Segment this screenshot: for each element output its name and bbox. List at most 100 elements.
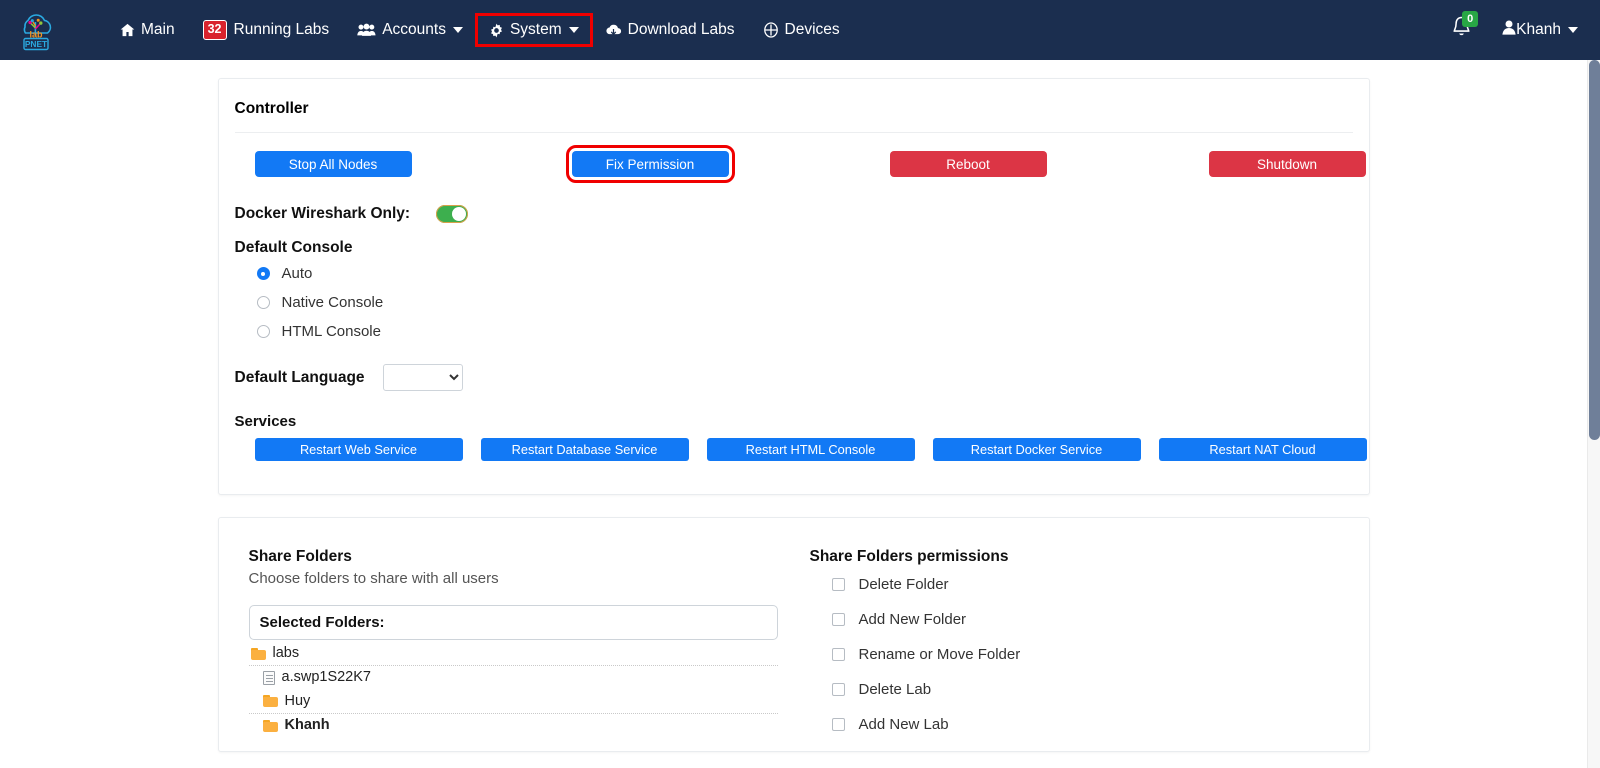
toggle-knob — [452, 207, 467, 221]
folder-tree: labs a.swp1S22K7 Huy Khanh — [248, 642, 778, 738]
chevron-down-icon — [568, 27, 579, 33]
restart-database-service-button[interactable]: Restart Database Service — [480, 438, 689, 461]
radio-option-auto[interactable]: Auto — [256, 265, 1353, 282]
tree-item[interactable]: Huy — [248, 690, 778, 715]
tree-item[interactable]: a.swp1S22K7 — [249, 666, 778, 689]
restart-nat-cloud-button[interactable]: Restart NAT Cloud — [1158, 438, 1367, 461]
permission-delete-lab[interactable]: Delete Lab — [831, 681, 1339, 698]
user-icon — [1502, 20, 1516, 40]
svg-text:PNET: PNET — [25, 39, 48, 49]
permission-rename-or-move-folder[interactable]: Rename or Move Folder — [831, 646, 1339, 663]
tree-item[interactable]: labs — [248, 642, 778, 667]
share-folders-permissions-title: Share Folders permissions — [809, 548, 1009, 565]
nav-item-label: Devices — [784, 21, 840, 38]
page-content: Controller Stop All Nodes Fix Permission… — [0, 60, 1587, 768]
services-label: Services — [234, 413, 297, 430]
permission-add-new-lab[interactable]: Add New Lab — [831, 716, 1339, 733]
nav-items: Main 32 Running Labs Accounts System Dow… — [106, 12, 854, 48]
tree-item-label: Huy — [284, 692, 311, 709]
default-language-row: Default Language — [235, 364, 1353, 391]
docker-wireshark-row: Docker Wireshark Only: — [235, 205, 1353, 223]
checkbox-delete-lab[interactable] — [831, 683, 845, 696]
share-folders-left: Share Folders Choose folders to share wi… — [248, 548, 778, 751]
share-folders-grid: Share Folders Choose folders to share wi… — [248, 548, 1339, 751]
checkbox-add-new-folder[interactable] — [831, 613, 845, 626]
stop-all-nodes-button[interactable]: Stop All Nodes — [254, 151, 412, 177]
permission-label: Add New Folder — [858, 611, 967, 628]
checkbox-add-new-lab[interactable] — [831, 718, 845, 731]
reboot-button[interactable]: Reboot — [889, 151, 1047, 177]
tree-item[interactable]: Khanh — [249, 714, 778, 737]
default-language-select[interactable] — [382, 364, 463, 391]
controller-card: Controller Stop All Nodes Fix Permission… — [217, 78, 1370, 495]
restart-html-console-button[interactable]: Restart HTML Console — [706, 438, 915, 461]
restart-docker-service-button[interactable]: Restart Docker Service — [932, 438, 1141, 461]
controller-actions: Stop All Nodes Fix Permission Reboot Shu… — [235, 145, 1366, 183]
user-menu[interactable]: Khanh — [1502, 20, 1578, 40]
permission-delete-folder[interactable]: Delete Folder — [831, 576, 1339, 593]
default-language-label: Default Language — [234, 368, 365, 386]
radio-label: HTML Console — [281, 323, 381, 340]
folder-icon — [262, 719, 278, 732]
content-container: Controller Stop All Nodes Fix Permission… — [217, 60, 1370, 752]
chevron-down-icon — [1568, 27, 1578, 33]
gear-icon — [489, 23, 504, 38]
radio-option-native-console[interactable]: Native Console — [256, 294, 1353, 311]
restart-web-service-button[interactable]: Restart Web Service — [254, 438, 463, 461]
pnet-cloud-tree-logo: lab PNET — [23, 14, 52, 51]
docker-wireshark-toggle[interactable] — [436, 205, 469, 223]
cloud-download-icon — [605, 23, 622, 37]
share-folders-right: Share Folders permissions Delete Folder … — [810, 548, 1339, 751]
radio-native-console[interactable] — [256, 296, 270, 309]
services-buttons: Restart Web Service Restart Database Ser… — [235, 438, 1367, 468]
controller-title: Controller — [234, 100, 309, 117]
permission-label: Delete Folder — [858, 576, 949, 593]
permission-label: Delete Lab — [858, 681, 932, 698]
share-folders-card: Share Folders Choose folders to share wi… — [217, 517, 1370, 752]
nav-item-label: Accounts — [382, 21, 446, 38]
page-scrollbar[interactable] — [1587, 60, 1600, 768]
navbar-right: 0 Khanh — [1450, 11, 1578, 45]
users-icon — [357, 23, 376, 37]
chevron-down-icon — [452, 27, 463, 33]
nav-item-download-labs[interactable]: Download Labs — [591, 13, 749, 47]
radio-label: Native Console — [281, 294, 384, 311]
nav-item-main[interactable]: Main — [106, 13, 189, 47]
tree-item-label: a.swp1S22K7 — [281, 669, 371, 686]
tree-item-label: labs — [272, 645, 300, 661]
radio-label: Auto — [281, 265, 313, 282]
running-labs-badge: 32 — [202, 20, 227, 40]
share-folders-subtitle: Choose folders to share with all users — [248, 570, 499, 587]
user-name: Khanh — [1516, 21, 1561, 38]
permission-add-new-folder[interactable]: Add New Folder — [831, 611, 1339, 628]
shutdown-button[interactable]: Shutdown — [1208, 151, 1366, 177]
nav-item-system[interactable]: System — [474, 13, 593, 47]
pnet-logo[interactable]: lab PNET — [8, 2, 64, 58]
default-console-label: Default Console — [234, 239, 353, 256]
home-icon — [120, 23, 135, 37]
docker-wireshark-label: Docker Wireshark Only: — [234, 205, 411, 222]
checkbox-rename-or-move-folder[interactable] — [831, 648, 845, 661]
folder-icon — [250, 647, 266, 660]
fix-permission-button[interactable]: Fix Permission — [565, 145, 735, 183]
nav-item-running-labs[interactable]: 32 Running Labs — [189, 12, 344, 48]
nav-item-devices[interactable]: Devices — [749, 13, 854, 47]
nav-item-label: Download Labs — [627, 21, 735, 38]
controller-divider — [234, 132, 1353, 133]
radio-html-console[interactable] — [256, 325, 270, 338]
radio-auto[interactable] — [256, 267, 270, 280]
scrollbar-thumb[interactable] — [1589, 60, 1600, 440]
nav-item-label: Running Labs — [233, 21, 330, 38]
permission-label: Add New Lab — [858, 716, 949, 733]
radio-option-html-console[interactable]: HTML Console — [256, 323, 1353, 340]
nav-item-accounts[interactable]: Accounts — [343, 13, 477, 47]
checkbox-delete-folder[interactable] — [831, 578, 845, 591]
notifications-button[interactable]: 0 — [1450, 11, 1479, 45]
nav-item-label: System — [509, 21, 562, 38]
selected-folders-box[interactable]: Selected Folders: — [248, 605, 778, 640]
share-folders-title: Share Folders — [248, 548, 352, 565]
top-navbar: lab PNET Main 32 Running Labs Accounts S… — [0, 0, 1600, 60]
selected-folders-label: Selected Folders: — [259, 614, 385, 631]
folder-icon — [262, 695, 278, 708]
tree-item-label: Khanh — [284, 717, 330, 734]
